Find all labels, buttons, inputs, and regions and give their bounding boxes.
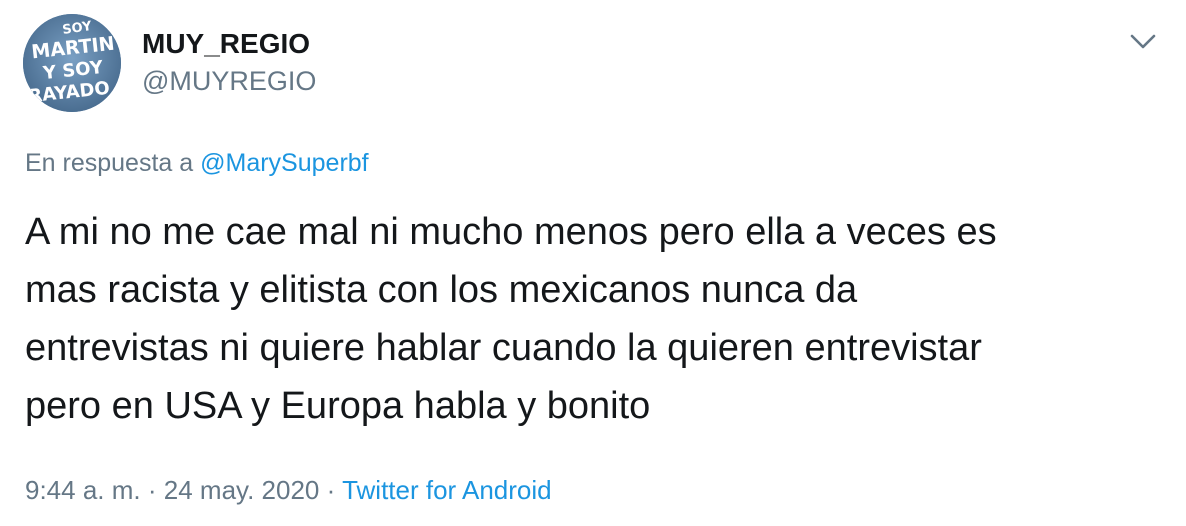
reply-prefix: En respuesta a	[25, 149, 194, 177]
reply-mention-link[interactable]: @MarySuperbf	[200, 149, 369, 177]
tweet-time[interactable]: 9:44 a. m.	[25, 475, 141, 505]
tweet-metadata: 9:44 a. m. · 24 may. 2020 · Twitter for …	[25, 472, 552, 508]
tweet-text-line: pero en USA y Europa habla y bonito	[25, 385, 651, 427]
avatar[interactable]: SOY MARTIN Y SOY RAYADO	[23, 14, 121, 112]
display-name[interactable]: MUY_REGIO	[142, 28, 316, 60]
user-handle[interactable]: @MUYREGIO	[142, 64, 316, 98]
meta-separator: ·	[326, 475, 336, 505]
tweet-date[interactable]: 24 may. 2020	[164, 475, 320, 505]
chevron-down-icon	[1130, 34, 1156, 49]
meta-separator: ·	[147, 475, 157, 505]
tweet-text-line: A mi no me cae mal ni mucho menos pero e…	[25, 211, 997, 253]
avatar-image: SOY MARTIN Y SOY RAYADO	[23, 14, 121, 112]
tweet-text-line: mas racista y elitista con los mexicanos…	[25, 269, 858, 311]
tweet-menu-button[interactable]	[1128, 26, 1158, 56]
reply-context: En respuesta a @MarySuperbf	[25, 146, 369, 180]
tweet-card: SOY MARTIN Y SOY RAYADO MUY_REGIO @MUYRE…	[0, 0, 1186, 526]
tweet-text-line: entrevistas ni quiere hablar cuando la q…	[25, 327, 982, 369]
tweet-source-link[interactable]: Twitter for Android	[342, 475, 552, 505]
tweet-text: A mi no me cae mal ni mucho menos pero e…	[25, 203, 1165, 435]
user-info: MUY_REGIO @MUYREGIO	[142, 28, 316, 98]
